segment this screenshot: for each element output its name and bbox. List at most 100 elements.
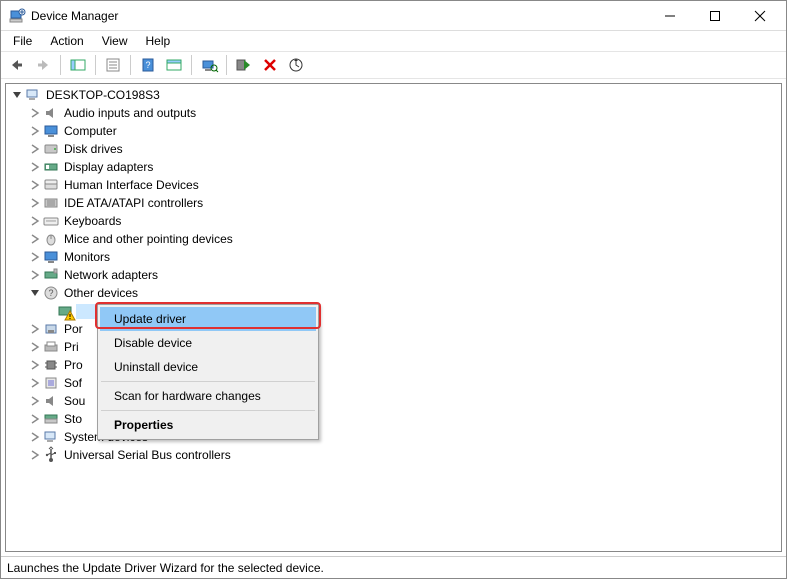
toolbar-separator xyxy=(60,55,61,75)
toolbar: ? xyxy=(1,51,786,79)
properties-button[interactable] xyxy=(101,53,125,77)
help-button[interactable]: ? xyxy=(136,53,160,77)
software-icon xyxy=(43,375,59,391)
context-menu-separator xyxy=(101,410,315,411)
app-icon xyxy=(9,8,25,24)
disk-icon xyxy=(43,141,59,157)
computer-icon xyxy=(25,87,41,103)
printer-icon xyxy=(43,339,59,355)
chevron-right-icon[interactable] xyxy=(28,412,42,426)
ctx-uninstall-device[interactable]: Uninstall device xyxy=(100,355,316,379)
tree-node-label: Computer xyxy=(62,124,119,138)
menu-help[interactable]: Help xyxy=(138,32,179,50)
update-driver-button[interactable] xyxy=(284,53,308,77)
tree-node-label: Keyboards xyxy=(62,214,123,228)
tree-node-keyboards[interactable]: Keyboards xyxy=(6,212,781,230)
port-icon xyxy=(43,321,59,337)
forward-button[interactable] xyxy=(31,53,55,77)
speaker-icon xyxy=(43,105,59,121)
tree-node-label: Sto xyxy=(62,412,84,426)
network-icon xyxy=(43,267,59,283)
chevron-right-icon[interactable] xyxy=(28,106,42,120)
chevron-right-icon[interactable] xyxy=(28,394,42,408)
ctx-update-driver[interactable]: Update driver xyxy=(100,307,316,331)
context-menu-separator xyxy=(101,381,315,382)
chevron-right-icon[interactable] xyxy=(28,214,42,228)
system-icon xyxy=(43,429,59,445)
chevron-right-icon[interactable] xyxy=(28,340,42,354)
speaker-icon xyxy=(43,393,59,409)
chevron-right-icon[interactable] xyxy=(28,268,42,282)
chevron-right-icon[interactable] xyxy=(28,430,42,444)
tree-node-display[interactable]: Display adapters xyxy=(6,158,781,176)
menu-bar: File Action View Help xyxy=(1,31,786,51)
chevron-right-icon[interactable] xyxy=(28,178,42,192)
chevron-right-icon[interactable] xyxy=(28,124,42,138)
toolbar-separator xyxy=(226,55,227,75)
chevron-right-icon[interactable] xyxy=(28,250,42,264)
tree-node-other-devices[interactable]: ? Other devices xyxy=(6,284,781,302)
tree-node-label: Sof xyxy=(62,376,84,390)
tree-node-label: Por xyxy=(62,322,85,336)
storage-icon xyxy=(43,411,59,427)
tree-node-label: Pri xyxy=(62,340,81,354)
mouse-icon xyxy=(43,231,59,247)
chevron-right-icon[interactable] xyxy=(28,376,42,390)
tree-node-label: Universal Serial Bus controllers xyxy=(62,448,233,462)
tree-node-label: Human Interface Devices xyxy=(62,178,201,192)
controller-icon xyxy=(43,195,59,211)
back-button[interactable] xyxy=(5,53,29,77)
tree-node-monitors[interactable]: Monitors xyxy=(6,248,781,266)
unknown-device-icon: ? xyxy=(43,285,59,301)
toolbar-separator xyxy=(95,55,96,75)
scan-hardware-button[interactable] xyxy=(197,53,221,77)
monitor-icon xyxy=(43,249,59,265)
tree-node-label: Monitors xyxy=(62,250,112,264)
chevron-right-icon[interactable] xyxy=(28,232,42,246)
tree-node-label: Pro xyxy=(62,358,85,372)
keyboard-icon xyxy=(43,213,59,229)
context-menu: Update driver Disable device Uninstall d… xyxy=(97,304,319,440)
maximize-button[interactable] xyxy=(692,2,737,30)
ctx-properties[interactable]: Properties xyxy=(100,413,316,437)
hid-icon xyxy=(43,177,59,193)
chevron-right-icon[interactable] xyxy=(28,448,42,462)
menu-action[interactable]: Action xyxy=(42,32,91,50)
chevron-right-icon[interactable] xyxy=(28,358,42,372)
usb-icon xyxy=(43,447,59,463)
chevron-right-icon[interactable] xyxy=(28,160,42,174)
display-adapter-icon xyxy=(43,159,59,175)
action-button[interactable] xyxy=(162,53,186,77)
ctx-disable-device[interactable]: Disable device xyxy=(100,331,316,355)
chevron-down-icon[interactable] xyxy=(28,286,42,300)
svg-text:?: ? xyxy=(145,60,150,70)
tree-node-label: Disk drives xyxy=(62,142,125,156)
tree-node-mice[interactable]: Mice and other pointing devices xyxy=(6,230,781,248)
enable-device-button[interactable] xyxy=(232,53,256,77)
ctx-scan-hardware[interactable]: Scan for hardware changes xyxy=(100,384,316,408)
chevron-right-icon[interactable] xyxy=(28,196,42,210)
tree-node-hid[interactable]: Human Interface Devices xyxy=(6,176,781,194)
tree-node-label: Mice and other pointing devices xyxy=(62,232,235,246)
uninstall-button[interactable] xyxy=(258,53,282,77)
tree-node-ide[interactable]: IDE ATA/ATAPI controllers xyxy=(6,194,781,212)
tree-root[interactable]: DESKTOP-CO198S3 xyxy=(6,86,781,104)
minimize-button[interactable] xyxy=(647,2,692,30)
tree-node-audio[interactable]: Audio inputs and outputs xyxy=(6,104,781,122)
window-title: Device Manager xyxy=(31,9,647,23)
menu-view[interactable]: View xyxy=(94,32,136,50)
cpu-icon xyxy=(43,357,59,373)
chevron-right-icon[interactable] xyxy=(28,322,42,336)
title-bar: Device Manager xyxy=(1,1,786,31)
toolbar-separator xyxy=(191,55,192,75)
chevron-right-icon[interactable] xyxy=(28,142,42,156)
tree-node-disk[interactable]: Disk drives xyxy=(6,140,781,158)
menu-file[interactable]: File xyxy=(5,32,40,50)
chevron-down-icon[interactable] xyxy=(10,88,24,102)
tree-node-computer[interactable]: Computer xyxy=(6,122,781,140)
tree-node-network[interactable]: Network adapters xyxy=(6,266,781,284)
close-button[interactable] xyxy=(737,2,782,30)
unknown-device-warning-icon xyxy=(57,303,73,319)
show-hide-tree-button[interactable] xyxy=(66,53,90,77)
tree-node-usb[interactable]: Universal Serial Bus controllers xyxy=(6,446,781,464)
